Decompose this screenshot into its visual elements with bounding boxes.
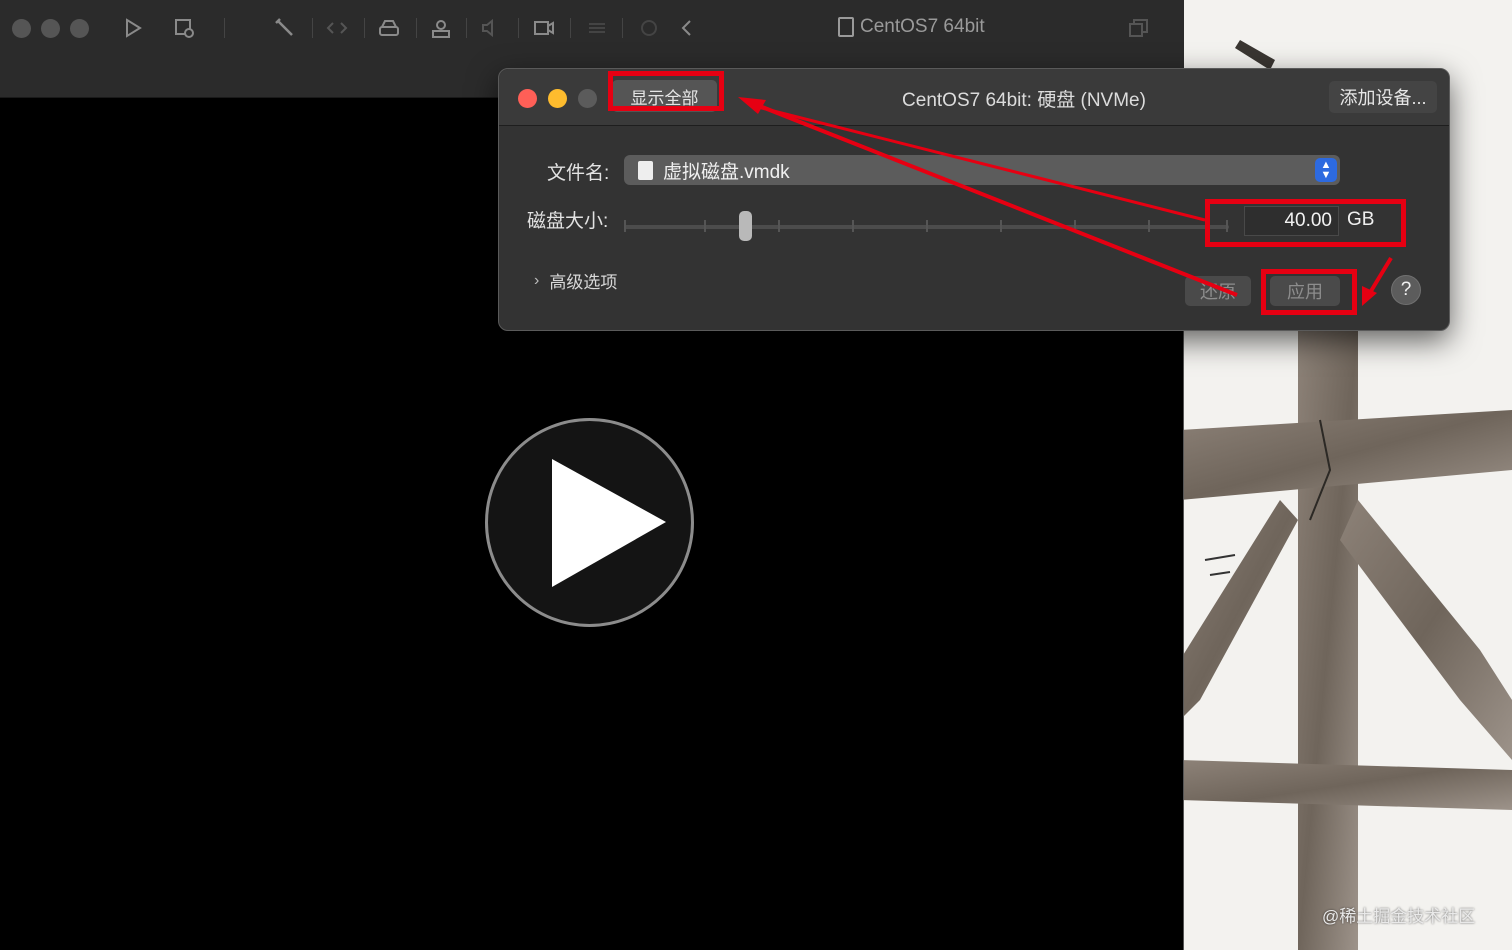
watermark: @稀土掘金技术社区 [1322, 907, 1476, 926]
annotation-arrows [738, 97, 1393, 306]
